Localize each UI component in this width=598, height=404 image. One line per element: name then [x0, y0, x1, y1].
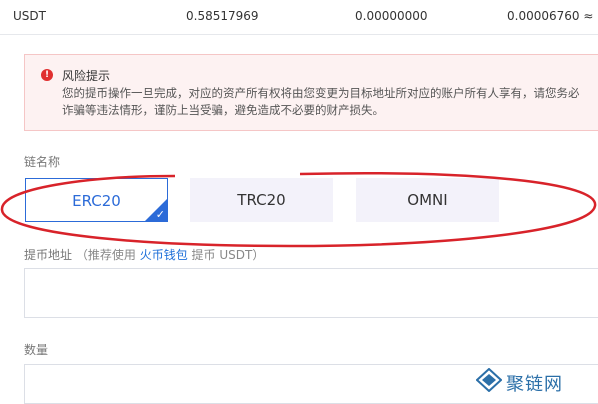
address-label-text: 提币地址 — [24, 248, 73, 262]
balance-row: USDT 0.58517969 0.00000000 0.00006760 ≈ — [0, 0, 598, 34]
watermark: 聚链网 — [475, 367, 596, 395]
chain-option-omni[interactable]: OMNI — [356, 178, 499, 222]
alert-text-line-2: 诈骗等违法情形，谨防上当受骗，避免造成不必要的财产损失。 — [62, 103, 384, 117]
chain-option-erc20[interactable]: ERC20 ✓ — [25, 178, 168, 222]
chain-option-label: OMNI — [407, 191, 448, 209]
alert-text-line-1: 您的提币操作一旦完成，对应的资产所有权将由您变更为目标地址所对应的账户所有人享有… — [62, 86, 580, 100]
chain-option-label: ERC20 — [72, 192, 121, 210]
error-icon: ! — [41, 69, 53, 81]
currency-name: USDT — [13, 9, 46, 23]
withdraw-address-label: 提币地址 （推荐使用 火币钱包 提币 USDT） — [24, 246, 264, 263]
risk-alert: ! 风险提示 您的提币操作一旦完成，对应的资产所有权将由您变更为目标地址所对应的… — [24, 54, 598, 131]
withdraw-address-input[interactable] — [24, 268, 598, 318]
chain-name-label: 链名称 — [24, 155, 61, 169]
address-hint-suffix: 提币 USDT） — [191, 248, 265, 262]
btc-valuation: 0.00006760 ≈ — [507, 9, 594, 23]
address-hint-prefix: （推荐使用 — [75, 248, 136, 262]
watermark-logo-icon — [475, 367, 503, 393]
frozen-balance: 0.00000000 — [355, 9, 428, 23]
watermark-text: 聚链网 — [506, 374, 563, 395]
check-icon: ✓ — [155, 208, 165, 221]
quantity-label: 数量 — [24, 343, 49, 357]
alert-title: 风险提示 — [62, 69, 111, 83]
chain-option-label: TRC20 — [237, 191, 286, 209]
available-balance: 0.58517969 — [186, 9, 259, 23]
huobi-wallet-link[interactable]: 火币钱包 — [140, 248, 188, 262]
chain-option-trc20[interactable]: TRC20 — [190, 178, 333, 222]
